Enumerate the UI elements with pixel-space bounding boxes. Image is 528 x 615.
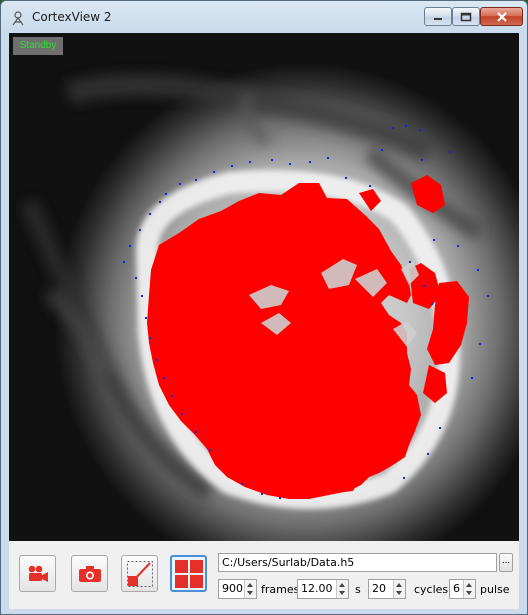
roi-button[interactable]	[121, 555, 158, 592]
snapshot-button[interactable]	[71, 555, 108, 592]
cycles-label: cycles	[414, 583, 449, 596]
pulse-spinbox[interactable]: 6	[449, 579, 476, 599]
maximize-icon	[460, 12, 472, 21]
arrow-up-icon[interactable]	[339, 583, 345, 587]
arrow-down-icon[interactable]	[466, 591, 472, 595]
control-panel: C:/Users/Surlab/Data.h5 ... 900 frames 1…	[9, 541, 519, 609]
app-icon	[12, 11, 24, 26]
image-viewer[interactable]: Standby	[9, 33, 519, 541]
file-path-field[interactable]: C:/Users/Surlab/Data.h5	[218, 553, 497, 572]
arrow-down-icon[interactable]	[339, 591, 345, 595]
frames-spinbox[interactable]: 900	[218, 579, 257, 599]
grid-button[interactable]	[170, 555, 207, 592]
pulse-label: pulse	[480, 583, 510, 596]
arrow-up-icon[interactable]	[247, 583, 253, 587]
cycles-value: 20	[372, 582, 386, 595]
duration-spinbox[interactable]: 12.00	[297, 579, 349, 599]
grid-icon	[174, 559, 203, 588]
cycles-spinbox[interactable]: 20	[368, 579, 406, 599]
title-bar[interactable]: CortexView 2	[1, 1, 527, 33]
pulse-spin-arrows[interactable]	[463, 580, 475, 598]
arrow-up-icon[interactable]	[466, 583, 472, 587]
arrow-up-icon[interactable]	[396, 583, 402, 587]
camera-icon	[78, 565, 101, 582]
duration-value: 12.00	[301, 582, 333, 595]
browse-button[interactable]: ...	[499, 553, 513, 572]
duration-spin-arrows[interactable]	[336, 580, 348, 598]
arrow-down-icon[interactable]	[247, 591, 253, 595]
maximize-button[interactable]	[452, 7, 480, 26]
window-title: CortexView 2	[32, 10, 112, 24]
close-icon	[496, 11, 507, 22]
app-window: CortexView 2 Standby C:/Users/Surlab/Dat…	[0, 0, 528, 615]
arrow-down-icon[interactable]	[396, 591, 402, 595]
pulse-value: 6	[453, 582, 460, 595]
minimize-button[interactable]	[424, 7, 452, 26]
frames-spin-arrows[interactable]	[244, 580, 256, 598]
minimize-icon	[434, 17, 442, 20]
cycles-spin-arrows[interactable]	[393, 580, 405, 598]
status-badge: Standby	[13, 37, 63, 55]
video-camera-icon	[28, 565, 48, 582]
frames-value: 900	[222, 582, 243, 595]
close-button[interactable]	[480, 7, 523, 26]
cortex-image	[20, 74, 489, 509]
duration-unit-label: s	[355, 583, 361, 596]
frames-label: frames	[261, 583, 300, 596]
record-button[interactable]	[19, 555, 56, 592]
roi-line-icon	[126, 560, 153, 587]
